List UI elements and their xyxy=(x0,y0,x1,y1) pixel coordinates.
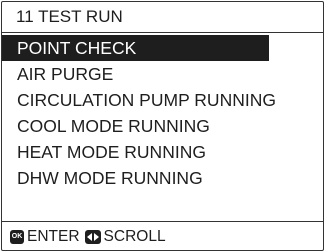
header-divider xyxy=(2,32,323,33)
controller-screen: 11 TEST RUN POINT CHECK AIR PURGE CIRCUL… xyxy=(1,1,324,251)
footer-divider xyxy=(2,221,323,222)
menu-item-label: HEAT MODE RUNNING xyxy=(17,142,206,162)
enter-hint-label: ENTER xyxy=(27,228,80,245)
test-run-menu: POINT CHECK AIR PURGE CIRCULATION PUMP R… xyxy=(2,35,323,191)
menu-item-label: COOL MODE RUNNING xyxy=(17,116,210,136)
menu-item-dhw-mode-running[interactable]: DHW MODE RUNNING xyxy=(2,165,323,191)
footer-hints: OK ENTER SCROLL xyxy=(10,227,168,247)
menu-item-point-check[interactable]: POINT CHECK xyxy=(2,35,323,61)
menu-item-label: AIR PURGE xyxy=(17,64,114,84)
menu-item-label: POINT CHECK xyxy=(2,35,269,61)
ok-key-icon: OK xyxy=(10,230,24,244)
menu-item-air-purge[interactable]: AIR PURGE xyxy=(2,61,323,87)
menu-item-cool-mode-running[interactable]: COOL MODE RUNNING xyxy=(2,113,323,139)
menu-item-heat-mode-running[interactable]: HEAT MODE RUNNING xyxy=(2,139,323,165)
menu-item-label: DHW MODE RUNNING xyxy=(17,168,203,188)
menu-item-circulation-pump-running[interactable]: CIRCULATION PUMP RUNNING xyxy=(2,87,323,113)
left-right-arrows-icon xyxy=(84,230,101,244)
page-title: 11 TEST RUN xyxy=(16,7,123,26)
menu-item-label: CIRCULATION PUMP RUNNING xyxy=(17,90,276,110)
scroll-hint-label: SCROLL xyxy=(103,228,166,245)
